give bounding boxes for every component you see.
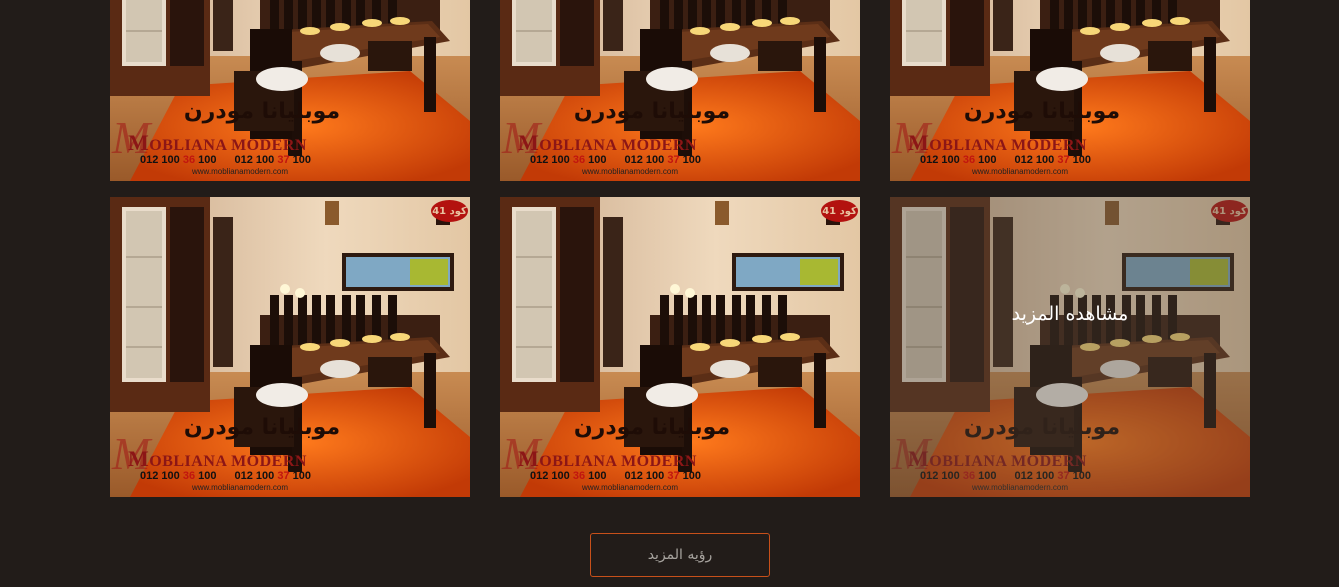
product-code-badge: كود 41 (821, 200, 858, 222)
gallery-row: كود 41 موبليانا مودرن M MOBLIANA MODERN 012 … (110, 197, 1250, 497)
gallery-item[interactable]: موبليانا مودرن M MOBLIANA MODERN 012 100 36… (500, 0, 860, 181)
dining-room-photo (890, 0, 1250, 181)
gallery-item[interactable]: موبليانا مودرن M MOBLIANA MODERN 012 100 36… (890, 0, 1250, 181)
dining-room-photo (110, 0, 470, 181)
gallery-item[interactable]: كود 41 موبليانا مودرن M MOBLIANA MODERN 012 … (500, 197, 860, 497)
dining-room-photo (110, 197, 470, 497)
load-more-label: رؤيه المزيد (647, 547, 713, 563)
gallery-item[interactable]: موبليانا مودرن M MOBLIANA MODERN 012 100 36… (110, 0, 470, 181)
dining-room-photo (500, 197, 860, 497)
gallery-row: موبليانا مودرن M MOBLIANA MODERN 012 100 36… (110, 0, 1250, 181)
view-more-label: مشاهده المزيد (1011, 303, 1129, 325)
gallery-grid: موبليانا مودرن M MOBLIANA MODERN 012 100 36… (110, 0, 1250, 513)
view-more-overlay[interactable]: مشاهده المزيد (890, 197, 1250, 497)
dining-room-photo (500, 0, 860, 181)
gallery-item[interactable]: كود 41 موبليانا مودرن M MOBLIANA MODERN 012 … (890, 197, 1250, 497)
load-more-button[interactable]: رؤيه المزيد (590, 533, 770, 577)
product-code-badge: كود 41 (431, 200, 468, 222)
gallery-item[interactable]: كود 41 موبليانا مودرن M MOBLIANA MODERN 012 … (110, 197, 470, 497)
